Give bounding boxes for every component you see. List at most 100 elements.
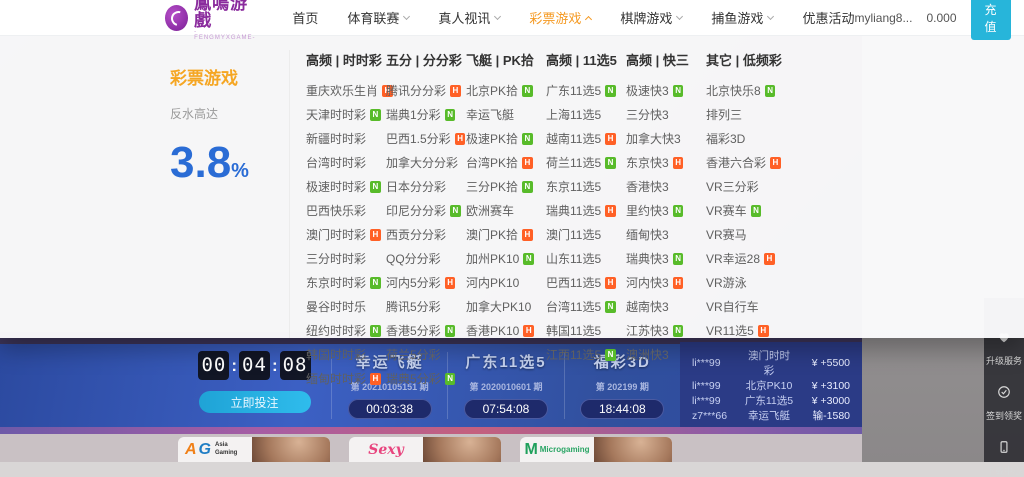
lottery-game-link[interactable]: 澳门时时彩H [306,226,386,243]
lottery-game-link[interactable]: 东京快3H [626,154,706,171]
lottery-game-link[interactable]: 河内5分彩H [386,274,466,291]
nav-item[interactable]: 体育联赛 [347,8,409,27]
lottery-game-link[interactable]: VR幸运28H [706,250,786,267]
lottery-game-link[interactable]: 香港快3 [626,178,706,195]
sidebar-item[interactable]: 下载中心 [986,440,1022,477]
lottery-game-link[interactable]: 越南11选5H [546,130,626,147]
lottery-game-link[interactable]: 江西11选5N [546,346,626,363]
hot-badge: H [370,373,381,385]
lottery-game-label: 瑞典1分彩 [386,106,441,123]
lottery-game-link[interactable]: 巴西快乐彩 [306,202,386,219]
lottery-game-link[interactable]: 巴西11选5H [546,274,626,291]
lottery-game-link[interactable]: 极速时时彩N [306,178,386,195]
lottery-game-link[interactable]: QQ分分彩 [386,250,466,267]
lottery-game-link[interactable]: 腾讯5分彩 [386,298,466,315]
sidebar-item-label: 签到领奖 [986,409,1022,422]
provider-card-microgaming[interactable]: MMicrogaming [520,437,672,462]
lottery-game-link[interactable]: 澳门PK拾H [466,226,546,243]
site-logo[interactable]: 鳳鳴游戲 -FENGMYXGAME- [165,0,258,41]
new-badge: N [523,253,534,265]
lottery-game-label: 巴西快乐彩 [306,202,366,219]
lottery-game-link[interactable]: 西贡分分彩 [386,226,466,243]
lottery-game-link[interactable]: 幸运飞艇 [466,106,546,123]
site-title: 鳳鳴游戲 [194,0,258,29]
lottery-game-link[interactable]: 北京PK拾N [466,82,546,99]
lottery-game-link[interactable]: 台湾PK拾H [466,154,546,171]
nav-item[interactable]: 棋牌游戏 [620,8,682,27]
lottery-game-link[interactable]: 台湾11选5N [546,298,626,315]
winner-user: li***99 [692,395,744,407]
lottery-game-link[interactable]: 香港5分彩N [386,322,466,339]
lottery-game-link[interactable]: 天津时时彩N [306,106,386,123]
lottery-game-link[interactable]: 里约快3N [626,202,706,219]
lottery-game-link[interactable]: VR11选5H [706,322,786,339]
nav-item[interactable]: 首页 [292,8,318,27]
lottery-game-link[interactable]: VR自行车 [706,298,786,315]
chevron-down-icon [767,12,774,19]
lottery-game-link[interactable]: 三分快3 [626,106,706,123]
lottery-game-link[interactable]: 日本分分彩 [386,178,466,195]
lottery-game-link[interactable]: 香港六合彩H [706,154,786,171]
username-menu[interactable]: myliang8... [854,11,912,25]
lottery-game-link[interactable]: 河内PK10 [466,274,546,291]
lottery-game-link[interactable]: 瑞典1分彩N [386,106,466,123]
lottery-game-link[interactable]: 欧洲赛车 [466,202,546,219]
lottery-game-link[interactable]: 重庆欢乐生肖H [306,82,386,99]
lottery-game-link[interactable]: 三分PK拾N [466,178,546,195]
lottery-game-link[interactable]: VR游泳 [706,274,786,291]
sidebar-item[interactable]: 签到领奖 [986,385,1022,422]
lottery-game-link[interactable]: 上海11选5 [546,106,626,123]
lottery-game-link[interactable]: 纽约时时彩N [306,322,386,339]
lottery-game-link[interactable]: VR三分彩 [706,178,786,195]
bet-now-button[interactable]: 立即投注 [199,391,311,413]
lottery-game-link[interactable]: 江苏快3N [626,322,706,339]
lottery-game-link[interactable]: 荷兰5分彩 [386,346,466,363]
lottery-game-label: 重庆欢乐生肖 [306,82,378,99]
lottery-game-link[interactable]: 河内快3H [626,274,706,291]
menu-column: 高频 | 时时彩重庆欢乐生肖H天津时时彩N新疆时时彩台湾时时彩极速时时彩N巴西快… [306,50,386,338]
lottery-game-link[interactable]: 缅甸时时彩H [306,370,386,387]
lottery-game-link[interactable]: 澳门11选5 [546,226,626,243]
lottery-game-link[interactable]: 排列三 [706,106,786,123]
lottery-game-link[interactable]: 曼谷时时乐 [306,298,386,315]
nav-item[interactable]: 捕鱼游戏 [711,8,773,27]
lottery-game-link[interactable]: 瑞典快3N [626,250,706,267]
lottery-game-link[interactable]: 印尼分分彩N [386,202,466,219]
lottery-game-link[interactable]: 极速PK拾N [466,130,546,147]
lottery-game-link[interactable]: 澳洲快3 [626,346,706,363]
lottery-game-link[interactable]: 加拿大分分彩 [386,154,466,171]
lottery-game-link[interactable]: 三分时时彩 [306,250,386,267]
lottery-game-link[interactable]: 新疆时时彩 [306,130,386,147]
nav-item[interactable]: 优惠活动 [802,8,854,27]
lottery-game-link[interactable]: 越南快3 [626,298,706,315]
lottery-game-link[interactable]: 极速快3N [626,82,706,99]
lottery-game-link[interactable]: 东京11选5 [546,178,626,195]
lottery-game-link[interactable]: 缅甸快3 [626,226,706,243]
lottery-game-link[interactable]: 腾讯分分彩H [386,82,466,99]
lottery-game-link[interactable]: 瑞典5分彩N [386,370,466,387]
lottery-game-label: 极速时时彩 [306,178,366,195]
lottery-game-link[interactable]: 荷兰11选5N [546,154,626,171]
lottery-game-link[interactable]: 瑞典11选5H [546,202,626,219]
lottery-game-link[interactable]: VR赛马 [706,226,786,243]
nav-item[interactable]: 彩票游戏 [529,8,591,27]
lottery-game-link[interactable]: 加拿大PK10 [466,298,546,315]
menu-column-header: 五分 | 分分彩 [386,50,466,69]
lottery-game-link[interactable]: 福彩3D [706,130,786,147]
lottery-game-link[interactable]: 韩国时时彩 [306,346,386,363]
lottery-game-link[interactable]: 山东11选5 [546,250,626,267]
lottery-game-link[interactable]: VR赛车N [706,202,786,219]
lottery-game-link[interactable]: 香港PK10H [466,322,546,339]
lottery-game-link[interactable]: 巴西1.5分彩H [386,130,466,147]
nav-item[interactable]: 真人视讯 [438,8,500,27]
provider-card-asia-gaming[interactable]: AGAsia Gaming [178,437,330,462]
lottery-game-link[interactable]: 加州PK10N [466,250,546,267]
deposit-button[interactable]: 充值 [971,0,1011,40]
lottery-game-link[interactable]: 加拿大快3 [626,130,706,147]
lottery-game-link[interactable]: 台湾时时彩 [306,154,386,171]
lottery-game-link[interactable]: 韩国11选5 [546,322,626,339]
provider-card-sexy[interactable]: Sexy [349,437,501,462]
lottery-game-link[interactable]: 北京快乐8N [706,82,786,99]
lottery-game-link[interactable]: 广东11选5N [546,82,626,99]
lottery-game-link[interactable]: 东京时时彩N [306,274,386,291]
